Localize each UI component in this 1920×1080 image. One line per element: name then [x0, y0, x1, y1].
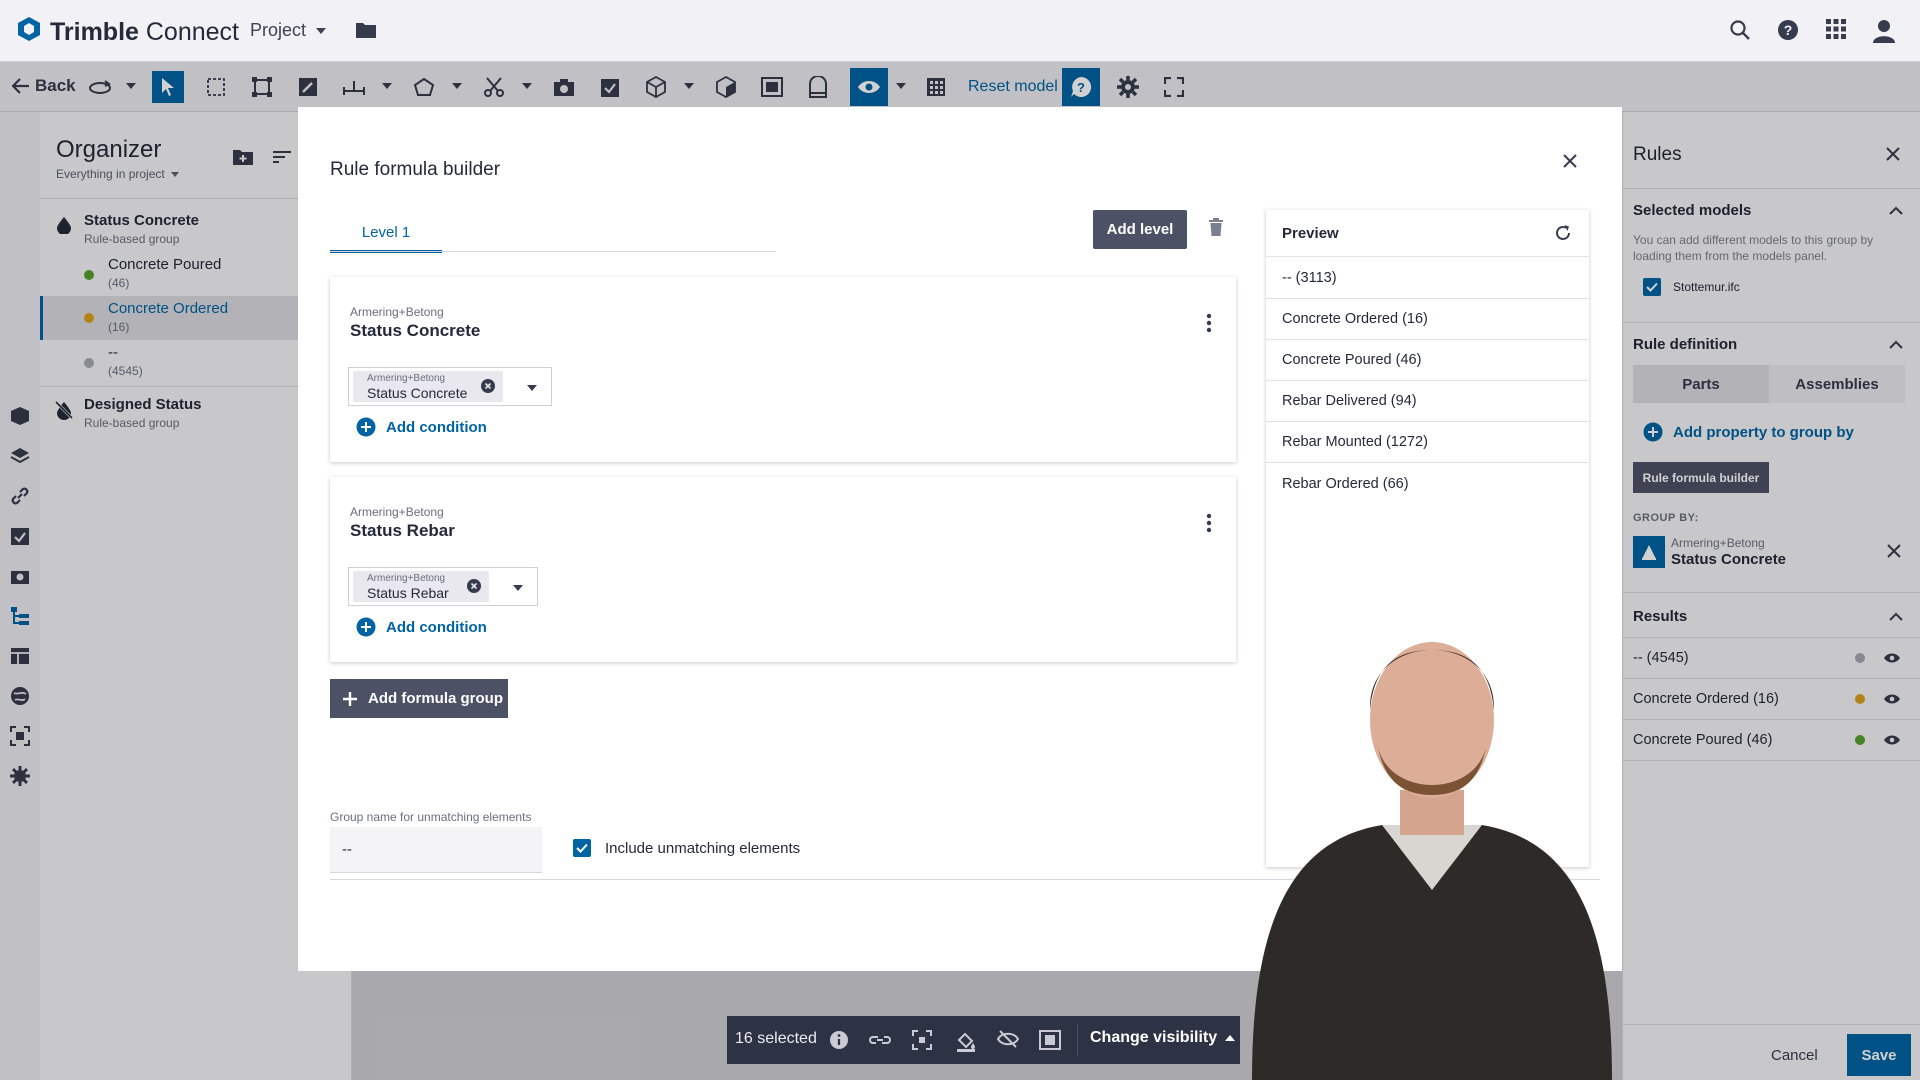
condition-card: Armering+Betong Status Concrete Armering…	[330, 277, 1236, 462]
condition-chip[interactable]: Armering+Betong Status Rebar	[353, 571, 489, 602]
search-icon[interactable]	[1728, 18, 1752, 42]
preview-row: Concrete Poured (46)	[1266, 340, 1589, 381]
preview-row: Rebar Ordered (66)	[1282, 475, 1409, 492]
tab-level-1[interactable]: Level 1	[330, 215, 442, 253]
property-set-label: Armering+Betong	[350, 505, 444, 519]
project-menu-label: Project	[250, 20, 307, 40]
condition-select[interactable]: Armering+Betong Status Rebar	[348, 567, 538, 606]
preview-row: Rebar Mounted (1272)	[1266, 422, 1589, 463]
selection-count: 16 selected	[735, 1030, 817, 1047]
more-vertical-icon[interactable]	[1206, 513, 1212, 533]
chip-set: Armering+Betong	[367, 573, 446, 584]
add-circle-icon	[356, 617, 376, 637]
change-visibility-button[interactable]: Change visibility	[1090, 1029, 1236, 1047]
property-name: Status Rebar	[350, 521, 455, 540]
chevron-down-icon	[316, 27, 327, 34]
add-formula-group-label: Add formula group	[368, 690, 503, 707]
paint-bucket-icon[interactable]	[955, 1030, 977, 1052]
chevron-down-icon[interactable]	[513, 585, 523, 591]
add-condition-button[interactable]: Add condition	[356, 417, 487, 437]
zoom-fit-icon[interactable]	[912, 1030, 932, 1050]
property-name: Status Concrete	[350, 321, 481, 340]
condition-chip[interactable]: Armering+Betong Status Concrete	[353, 371, 503, 402]
chip-set: Armering+Betong	[367, 373, 446, 384]
divider	[1077, 1024, 1078, 1056]
selection-bar: 16 selected Change visibility	[727, 1016, 1240, 1064]
include-unmatching-label: Include unmatching elements	[605, 839, 801, 857]
checkbox[interactable]	[573, 839, 591, 857]
add-condition-button[interactable]: Add condition	[356, 617, 487, 637]
unmatching-group-name-input[interactable]	[330, 827, 542, 873]
add-condition-label: Add condition	[386, 618, 487, 636]
svg-text:?: ?	[1784, 22, 1793, 38]
brand-name: Trimble Connect	[50, 18, 239, 46]
chip-value: Status Concrete	[367, 385, 468, 401]
unlink-icon[interactable]	[869, 1030, 891, 1050]
close-icon[interactable]	[1562, 153, 1578, 169]
apps-grid-icon[interactable]	[1825, 18, 1847, 40]
dialog-title: Rule formula builder	[330, 159, 501, 180]
folder-icon[interactable]	[355, 20, 377, 40]
remove-chip-icon[interactable]	[467, 579, 481, 593]
refresh-icon[interactable]	[1554, 224, 1572, 242]
preview-header: Preview	[1266, 210, 1589, 257]
chevron-down-icon[interactable]	[527, 385, 537, 391]
property-set-label: Armering+Betong	[350, 305, 444, 319]
add-formula-group-button[interactable]: Add formula group	[330, 679, 508, 718]
help-icon[interactable]: ?	[1776, 18, 1800, 42]
presenter-video-overlay	[1232, 590, 1624, 1080]
preview-row: Rebar Delivered (94)	[1266, 381, 1589, 422]
preview-row: Concrete Ordered (16)	[1266, 299, 1589, 340]
trash-icon[interactable]	[1208, 218, 1224, 236]
preview-row: -- (3113)	[1266, 258, 1589, 299]
eye-off-icon[interactable]	[997, 1030, 1019, 1048]
top-bar: Trimble Connect Project ?	[0, 0, 1920, 62]
isolate-icon[interactable]	[1039, 1030, 1061, 1050]
unmatching-group-label: Group name for unmatching elements	[330, 810, 532, 824]
preview-title: Preview	[1282, 225, 1339, 242]
tab-divider	[330, 251, 776, 252]
plus-icon	[343, 691, 357, 706]
change-visibility-label: Change visibility	[1090, 1029, 1218, 1046]
add-level-button[interactable]: Add level	[1093, 210, 1187, 249]
chip-value: Status Rebar	[367, 585, 449, 601]
trimble-logo-icon[interactable]	[16, 16, 42, 42]
more-vertical-icon[interactable]	[1206, 313, 1212, 333]
remove-chip-icon[interactable]	[481, 379, 495, 393]
add-condition-label: Add condition	[386, 418, 487, 436]
include-unmatching-toggle[interactable]: Include unmatching elements	[573, 839, 800, 857]
info-icon[interactable]	[829, 1030, 849, 1050]
add-circle-icon	[356, 417, 376, 437]
user-avatar-icon[interactable]	[1871, 18, 1897, 44]
project-menu[interactable]: Project	[250, 20, 327, 41]
condition-card: Armering+Betong Status Rebar Armering+Be…	[330, 477, 1236, 662]
condition-select[interactable]: Armering+Betong Status Concrete	[348, 367, 552, 406]
